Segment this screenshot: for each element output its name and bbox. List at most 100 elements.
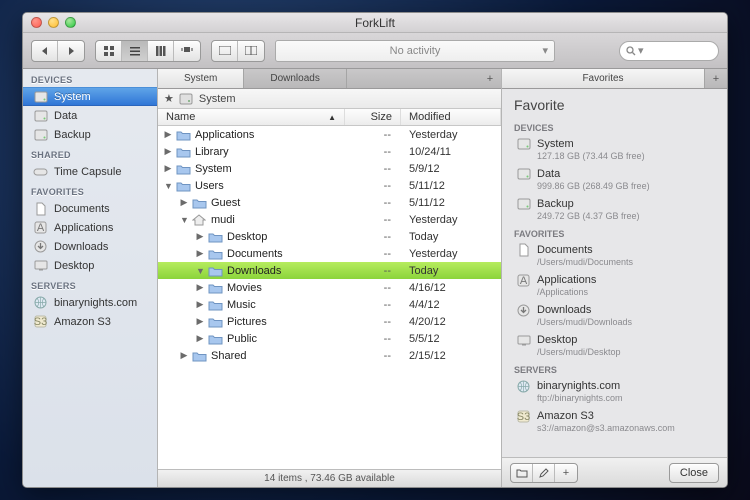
favorite-item[interactable]: Downloads/Users/mudi/Downloads	[502, 301, 727, 331]
add-favorite-button[interactable]: +	[555, 464, 577, 482]
sidebar-item-label: Amazon S3	[54, 316, 111, 328]
disclosure-triangle[interactable]: ▶	[180, 197, 188, 208]
activity-expand-icon[interactable]: ▾	[542, 44, 548, 57]
disclosure-triangle[interactable]: ▼	[164, 181, 172, 191]
file-name: Desktop	[227, 231, 267, 243]
file-row[interactable]: ▼Downloads--Today	[158, 262, 501, 279]
disclosure-triangle[interactable]: ▶	[196, 231, 204, 242]
file-row[interactable]: ▶Documents--Yesterday	[158, 245, 501, 262]
sidebar-item-downloads[interactable]: Downloads	[23, 237, 157, 256]
disclosure-triangle[interactable]: ▶	[164, 146, 172, 157]
disclosure-triangle[interactable]: ▶	[196, 248, 204, 259]
col-size[interactable]: Size	[345, 109, 401, 125]
col-modified[interactable]: Modified	[401, 109, 501, 125]
favorite-item[interactable]: Data999.86 GB (268.49 GB free)	[502, 165, 727, 195]
favorite-item[interactable]: binarynights.comftp://binarynights.com	[502, 377, 727, 407]
favorite-item[interactable]: Backup249.72 GB (4.37 GB free)	[502, 195, 727, 225]
file-row[interactable]: ▶Library--10/24/11	[158, 143, 501, 160]
favorite-item[interactable]: Desktop/Users/mudi/Desktop	[502, 331, 727, 361]
file-row[interactable]: ▼mudi--Yesterday	[158, 211, 501, 228]
file-size: --	[345, 333, 401, 345]
down-icon	[516, 303, 531, 317]
disclosure-triangle[interactable]: ▶	[196, 282, 204, 293]
titlebar[interactable]: ForkLift	[23, 13, 727, 33]
sidebar-item-system[interactable]: System	[23, 87, 157, 106]
sidebar-item-applications[interactable]: AApplications	[23, 218, 157, 237]
favorite-subtext: s3://amazon@s3.amazonaws.com	[516, 423, 715, 433]
minimize-window-button[interactable]	[48, 17, 59, 28]
file-list[interactable]: ▶Applications--Yesterday▶Library--10/24/…	[158, 126, 501, 469]
folder-icon	[176, 180, 191, 192]
disclosure-triangle[interactable]: ▼	[196, 266, 204, 276]
zoom-window-button[interactable]	[65, 17, 76, 28]
down-icon	[33, 240, 48, 254]
file-size: --	[345, 248, 401, 260]
sidebar-item-binarynights-com[interactable]: binarynights.com	[23, 293, 157, 312]
disclosure-triangle[interactable]: ▶	[196, 333, 204, 344]
new-fav-tab-button[interactable]: +	[705, 69, 727, 88]
file-modified: 4/16/12	[401, 282, 501, 294]
favorite-item[interactable]: Documents/Users/mudi/Documents	[502, 241, 727, 271]
favorite-item[interactable]: AApplications/Applications	[502, 271, 727, 301]
tab-system[interactable]: System	[158, 69, 244, 88]
disclosure-triangle[interactable]: ▶	[164, 129, 172, 140]
col-name[interactable]: Name▲	[158, 109, 345, 125]
folder-icon	[208, 231, 223, 243]
window-title: ForkLift	[23, 16, 727, 30]
sidebar-item-amazon-s3[interactable]: S3Amazon S3	[23, 312, 157, 331]
close-button[interactable]: Close	[669, 463, 719, 483]
view-group	[95, 40, 201, 62]
favorite-subtext: ftp://binarynights.com	[516, 393, 715, 403]
edit-favorite-button[interactable]	[533, 464, 555, 482]
file-row[interactable]: ▶Public--5/5/12	[158, 330, 501, 347]
favorite-star-icon[interactable]: ★	[164, 92, 174, 105]
sidebar: DEVICESSystemDataBackupSHAREDTime Capsul…	[23, 69, 158, 487]
sidebar-item-desktop[interactable]: Desktop	[23, 256, 157, 275]
disclosure-triangle[interactable]: ▼	[180, 215, 188, 225]
file-row[interactable]: ▶Shared--2/15/12	[158, 347, 501, 364]
favorites-panel: Favorites + Favorite DEVICESSystem127.18…	[502, 69, 727, 487]
new-tab-button[interactable]: +	[479, 69, 501, 88]
coverflow-view-button[interactable]	[174, 41, 200, 61]
dual-pane-button[interactable]	[238, 41, 264, 61]
favorite-item[interactable]: System127.18 GB (73.44 GB free)	[502, 135, 727, 165]
file-name: Movies	[227, 282, 262, 294]
tab-favorites[interactable]: Favorites	[502, 69, 705, 88]
icon-view-button[interactable]	[96, 41, 122, 61]
file-row[interactable]: ▶Applications--Yesterday	[158, 126, 501, 143]
path-bar[interactable]: ★ System	[158, 89, 501, 109]
app-icon: A	[516, 273, 531, 287]
file-row[interactable]: ▶Desktop--Today	[158, 228, 501, 245]
favorite-item[interactable]: S3Amazon S3s3://amazon@s3.amazonaws.com	[502, 407, 727, 437]
new-folder-button[interactable]	[511, 464, 533, 482]
sidebar-item-time-capsule[interactable]: Time Capsule	[23, 162, 157, 181]
disclosure-triangle[interactable]: ▶	[180, 350, 188, 361]
file-name: Public	[227, 333, 257, 345]
file-row[interactable]: ▶ Movies --4/16/12	[158, 279, 501, 296]
disclosure-triangle[interactable]: ▶	[196, 316, 204, 327]
list-view-button[interactable]	[122, 41, 148, 61]
file-row[interactable]: ▼Users--5/11/12	[158, 177, 501, 194]
back-button[interactable]	[32, 41, 58, 61]
sidebar-item-data[interactable]: Data	[23, 106, 157, 125]
column-view-button[interactable]	[148, 41, 174, 61]
search-icon	[626, 46, 636, 56]
sidebar-item-label: binarynights.com	[54, 297, 137, 309]
sidebar-item-documents[interactable]: Documents	[23, 199, 157, 218]
single-pane-button[interactable]	[212, 41, 238, 61]
file-row[interactable]: ▶Guest--5/11/12	[158, 194, 501, 211]
tab-downloads[interactable]: Downloads	[244, 69, 346, 88]
file-row[interactable]: ▶System--5/9/12	[158, 160, 501, 177]
forward-button[interactable]	[58, 41, 84, 61]
file-modified: 4/4/12	[401, 299, 501, 311]
file-row[interactable]: ▶Music--4/4/12	[158, 296, 501, 313]
close-window-button[interactable]	[31, 17, 42, 28]
disclosure-triangle[interactable]: ▶	[164, 163, 172, 174]
sidebar-item-backup[interactable]: Backup	[23, 125, 157, 144]
file-size: --	[345, 282, 401, 294]
hdd-icon	[179, 92, 194, 106]
file-row[interactable]: ▶Pictures--4/20/12	[158, 313, 501, 330]
file-size: --	[345, 231, 401, 243]
search-field[interactable]: ▾	[619, 41, 719, 61]
disclosure-triangle[interactable]: ▶	[196, 299, 204, 310]
